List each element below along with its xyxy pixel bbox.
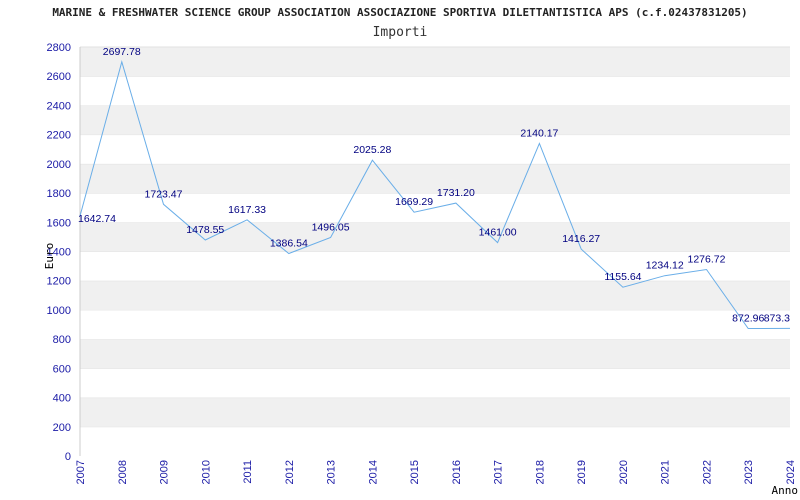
- x-axis-ticks: 2007 2008 2009 2010 2011 2012 2013 2014 2015 2016…: [75, 460, 797, 484]
- data-label: 1386.54: [270, 237, 308, 249]
- y-tick-label: 800: [53, 334, 71, 346]
- line-chart: 0200400600800100012001400160018002000220…: [43, 42, 799, 497]
- grid-band: [80, 280, 790, 310]
- x-tick-label: 2018: [534, 460, 546, 484]
- data-label: 1461.00: [479, 227, 517, 239]
- data-label: 1496.05: [312, 221, 350, 233]
- x-tick-label: 2014: [367, 460, 379, 484]
- data-label: 1642.74: [78, 213, 116, 225]
- grid-band: [80, 76, 790, 106]
- data-label: 1478.55: [186, 224, 224, 236]
- x-tick-label: 2019: [576, 460, 588, 484]
- data-label: 873.3: [764, 312, 790, 324]
- y-tick-label: 1200: [47, 276, 71, 288]
- grid-band: [80, 368, 790, 398]
- x-tick-label: 2010: [200, 460, 212, 484]
- grid-band: [80, 309, 790, 340]
- y-tick-label: 2400: [47, 100, 71, 112]
- data-label: 872.96: [732, 312, 764, 324]
- x-tick-label: 2016: [451, 460, 463, 484]
- grid-band: [80, 134, 790, 164]
- data-label: 2140.17: [520, 127, 558, 139]
- y-tick-label: 600: [53, 363, 71, 375]
- x-tick-label: 2008: [117, 460, 129, 484]
- data-label: 1617.33: [228, 204, 266, 216]
- y-axis-title: Euro: [43, 243, 56, 270]
- grid-band: [80, 105, 790, 135]
- x-axis-title: Anno: [772, 484, 799, 497]
- y-tick-label: 2800: [47, 42, 71, 54]
- data-label: 1276.72: [687, 254, 725, 266]
- grid-band: [80, 163, 790, 194]
- grid-band: [80, 426, 790, 456]
- x-tick-label: 2009: [159, 460, 171, 484]
- y-tick-label: 2200: [47, 130, 71, 142]
- data-label: 2025.28: [353, 144, 391, 156]
- y-tick-label: 1000: [47, 305, 71, 317]
- x-tick-label: 2024: [785, 460, 797, 484]
- grid-band: [80, 47, 790, 77]
- y-tick-label: 400: [53, 393, 71, 405]
- data-label: 1155.64: [604, 271, 641, 283]
- data-label: 1723.47: [145, 188, 183, 200]
- x-tick-label: 2023: [743, 460, 755, 484]
- y-tick-label: 1800: [47, 188, 71, 200]
- x-tick-label: 2012: [284, 460, 296, 484]
- x-tick-label: 2011: [242, 460, 254, 484]
- x-tick-label: 2021: [660, 460, 672, 484]
- x-tick-label: 2022: [701, 460, 713, 484]
- y-tick-label: 2000: [47, 159, 71, 171]
- data-label: 1416.27: [562, 233, 600, 245]
- x-tick-label: 2020: [618, 460, 630, 484]
- y-tick-label: 2600: [47, 71, 71, 83]
- data-label: 1669.29: [395, 196, 433, 208]
- y-tick-label: 0: [65, 451, 71, 463]
- y-tick-label: 200: [53, 422, 71, 434]
- x-tick-label: 2013: [326, 460, 338, 484]
- grid-band: [80, 339, 790, 369]
- y-tick-label: 1600: [47, 217, 71, 229]
- grid-bands: [79, 46, 790, 456]
- data-label: 2697.78: [103, 46, 141, 58]
- data-label: 1731.20: [437, 187, 475, 199]
- x-tick-label: 2007: [75, 460, 87, 484]
- x-tick-label: 2015: [409, 460, 421, 484]
- x-tick-label: 2017: [493, 460, 505, 484]
- data-label: 1234.12: [646, 260, 684, 272]
- grid-band: [80, 397, 790, 427]
